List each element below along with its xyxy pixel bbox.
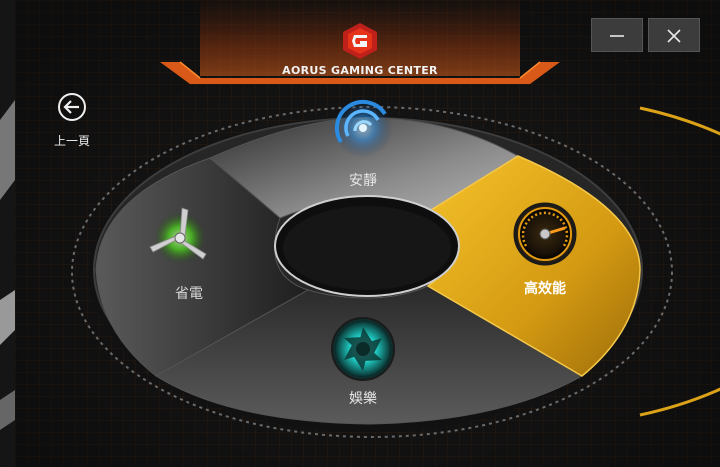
aperture-icon [331, 317, 395, 381]
speedometer-icon [513, 202, 577, 266]
sound-wave-icon [333, 98, 393, 158]
mode-label-high-performance: 高效能 [524, 281, 566, 297]
mode-label-quiet: 安靜 [349, 173, 377, 189]
mode-label-power-saving: 省電 [175, 286, 203, 302]
mode-label-entertainment: 娛樂 [349, 391, 377, 407]
